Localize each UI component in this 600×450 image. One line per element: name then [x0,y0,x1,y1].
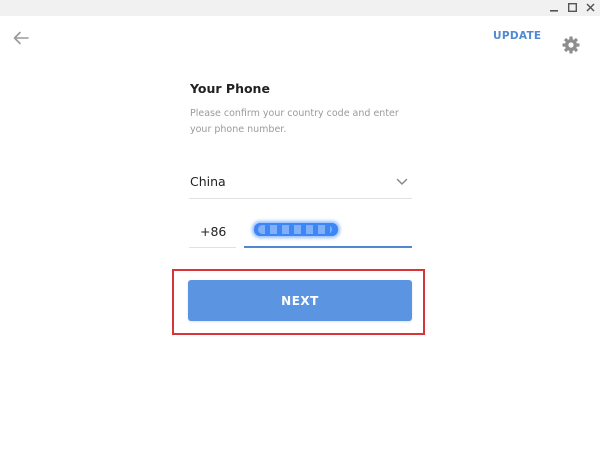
minimize-icon [550,10,558,12]
maximize-button[interactable] [563,0,581,16]
app-window: UPDATE Your Phone Please confirm your co… [0,0,600,450]
page-subtitle: Please confirm your country code and ent… [190,108,399,135]
title-bar [0,0,600,16]
chevron-down-icon [396,178,408,185]
minimize-button[interactable] [545,0,563,16]
maximize-icon [567,3,577,12]
back-button[interactable] [12,30,30,46]
settings-button[interactable] [562,36,580,54]
phone-number-redacted [254,223,338,236]
arrow-left-icon [13,31,29,45]
phone-number-input[interactable] [244,218,412,248]
next-button[interactable]: NEXT [188,280,412,321]
close-icon [585,3,595,12]
country-code-input[interactable]: +86 [189,218,236,248]
gear-icon [562,36,580,54]
close-button[interactable] [581,0,599,16]
update-link[interactable]: UPDATE [493,30,541,42]
page-title: Your Phone [190,81,270,96]
country-select[interactable]: China [189,168,412,199]
country-code-value: +86 [200,224,227,239]
country-value: China [190,174,226,189]
